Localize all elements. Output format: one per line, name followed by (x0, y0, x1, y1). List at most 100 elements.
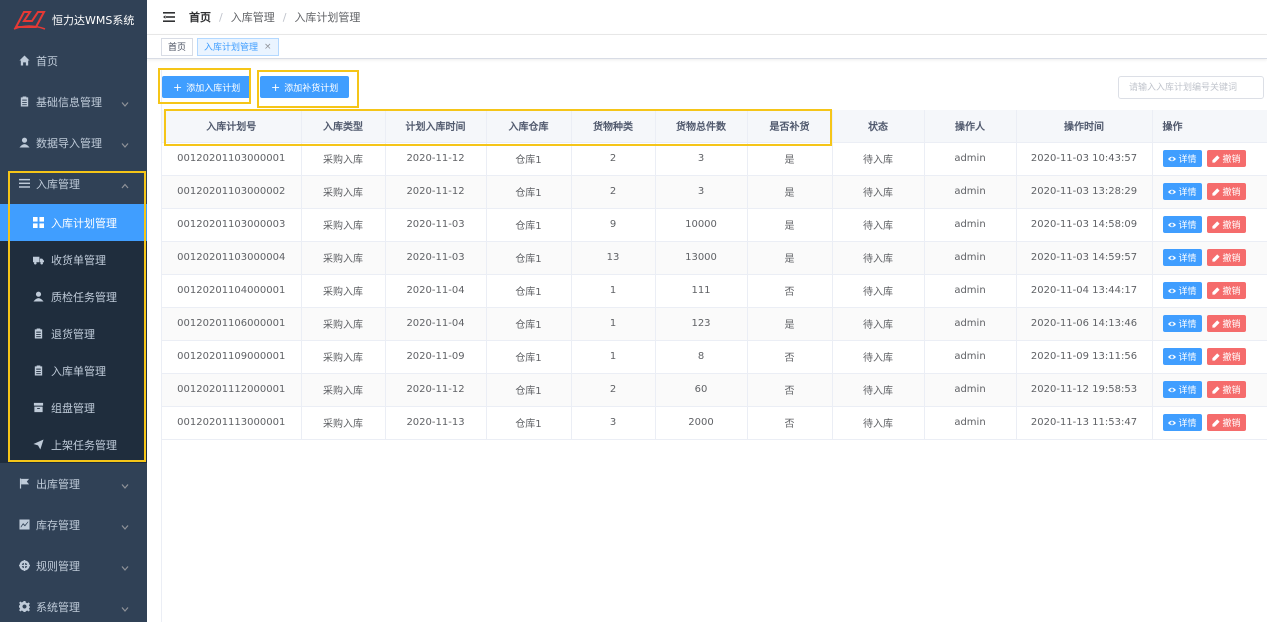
cancel-button[interactable]: 撤销 (1206, 348, 1246, 365)
sidebar-item-qc-task[interactable]: 质检任务管理 (0, 278, 147, 315)
table-cell: 00120201106000001 (162, 307, 302, 341)
menu-item-system[interactable]: 系统管理 (0, 586, 147, 622)
breadcrumb-separator: / (219, 10, 223, 24)
column-header: 操作时间 (1016, 110, 1153, 143)
menu-item-inventory[interactable]: 库存管理 (0, 504, 147, 545)
menu-item-home[interactable]: 首页 (0, 40, 147, 81)
cancel-button[interactable]: 撤销 (1206, 282, 1246, 299)
main-content: + 添加入库计划 + 添加补货计划 入库计划号入库类型计划入库时间入库仓库货物种… (158, 68, 1267, 622)
menu-item-basic-info[interactable]: 基础信息管理 (0, 81, 147, 122)
table-cell: admin (924, 241, 1017, 275)
table-cell: 待入库 (832, 340, 925, 374)
table-row: 00120201112000001 采购入库 2020-11-12 仓库1 2 60 否待入… (162, 373, 1267, 407)
clipboard-icon (18, 96, 30, 108)
table-cell: 仓库1 (486, 208, 572, 242)
table-cell: 2020-11-12 (385, 175, 487, 209)
table-cell: 2020-11-12 19:58:53 (1016, 373, 1153, 407)
column-header: 入库仓库 (486, 110, 572, 143)
table-row: 00120201104000001 采购入库 2020-11-04 仓库1 1 111 否待… (162, 274, 1267, 308)
add-inbound-plan-button[interactable]: + 添加入库计划 (162, 76, 252, 98)
cancel-button[interactable]: 撤销 (1206, 183, 1246, 200)
table-cell: 是 (747, 208, 833, 242)
table-cell: 1 (571, 274, 656, 308)
table-cell: 8 (655, 340, 748, 374)
tag-label: 入库计划管理 (204, 43, 259, 53)
menu-group-inbound[interactable]: 入库管理 (0, 163, 147, 204)
sidebar-item-inbound-order[interactable]: 入库单管理 (0, 352, 147, 389)
cancel-label: 撤销 (1222, 419, 1241, 429)
detail-button[interactable]: 详情 (1162, 315, 1202, 332)
cancel-button[interactable]: 撤销 (1206, 414, 1246, 431)
detail-button[interactable]: 详情 (1162, 348, 1202, 365)
table-row: 00120201103000004 采购入库 2020-11-03 仓库1 13 1300… (162, 241, 1267, 275)
table-cell: 13 (571, 241, 656, 275)
sidebar-item-putaway[interactable]: 上架任务管理 (0, 426, 147, 463)
table-cell: 采购入库 (301, 175, 386, 209)
edit-icon (1211, 352, 1223, 361)
table-cell: 采购入库 (301, 274, 386, 308)
breadcrumb-home[interactable]: 首页 (189, 9, 211, 25)
table-cell: 2020-11-03 (385, 241, 487, 275)
cancel-button[interactable]: 撤销 (1206, 381, 1246, 398)
menu-item-label: 库存管理 (36, 518, 80, 532)
table-cell: 采购入库 (301, 373, 386, 407)
detail-button[interactable]: 详情 (1162, 150, 1202, 167)
cancel-button[interactable]: 撤销 (1206, 216, 1246, 233)
table-header-row: 入库计划号 入库类型 计划入库时间 入库仓库 货物种类 货物总件数 是否补货 状态 操作人 操作时… (162, 110, 1267, 143)
menu-item-label: 数据导入管理 (36, 136, 102, 150)
edit-icon (1211, 220, 1223, 229)
user-icon (18, 137, 30, 149)
search-input[interactable] (1118, 76, 1264, 99)
cancel-button[interactable]: 撤销 (1206, 150, 1246, 167)
table-cell: 2020-11-09 (385, 340, 487, 374)
table-cell: 2020-11-03 13:28:29 (1016, 175, 1153, 209)
detail-button[interactable]: 详情 (1162, 414, 1202, 431)
table-cell: admin (924, 208, 1017, 242)
column-header: 操作 (1152, 110, 1267, 143)
table-cell: 00120201103000002 (162, 175, 302, 209)
table-cell: 仓库1 (486, 406, 572, 440)
cancel-button[interactable]: 撤销 (1206, 315, 1246, 332)
table-cell: 待入库 (832, 142, 925, 176)
menu-item-data-import[interactable]: 数据导入管理 (0, 122, 147, 163)
table-cell: 2020-11-12 (385, 373, 487, 407)
detail-button[interactable]: 详情 (1162, 249, 1202, 266)
sidebar-item-returns[interactable]: 退货管理 (0, 315, 147, 352)
sidebar-item-inbound-plan[interactable]: 入库计划管理 (0, 204, 147, 241)
detail-button[interactable]: 详情 (1162, 183, 1202, 200)
plus-icon: + (173, 80, 183, 94)
cancel-label: 撤销 (1222, 155, 1241, 165)
detail-button[interactable]: 详情 (1162, 282, 1202, 299)
detail-label: 详情 (1178, 386, 1197, 396)
user-icon (32, 291, 44, 303)
eye-icon (1167, 353, 1179, 361)
eye-icon (1167, 155, 1179, 163)
sidebar-item-palletizing[interactable]: 组盘管理 (0, 389, 147, 426)
table-cell: 2020-11-12 (385, 142, 487, 176)
menu-item-rules[interactable]: 规则管理 (0, 545, 147, 586)
grid-icon (32, 217, 44, 229)
table-cell: 待入库 (832, 175, 925, 209)
table-row: 00120201109000001 采购入库 2020-11-09 仓库1 1 8 否待入库… (162, 340, 1267, 374)
hamburger-icon[interactable] (163, 12, 175, 22)
tag-inbound-plan[interactable]: 入库计划管理 × (197, 37, 279, 56)
detail-button[interactable]: 详情 (1162, 381, 1202, 398)
table-cell: 否 (747, 340, 833, 374)
cancel-button[interactable]: 撤销 (1206, 249, 1246, 266)
menu-item-outbound[interactable]: 出库管理 (0, 463, 147, 504)
detail-button[interactable]: 详情 (1162, 216, 1202, 233)
column-header: 入库计划号 (162, 110, 302, 143)
table-cell: 2 (571, 373, 656, 407)
table-cell: 2020-11-03 10:43:57 (1016, 142, 1153, 176)
column-header: 状态 (832, 110, 925, 143)
tag-home[interactable]: 首页 (161, 37, 194, 56)
sidebar-item-receipt[interactable]: 收货单管理 (0, 241, 147, 278)
chevron-down-icon (121, 98, 129, 107)
table-cell: 采购入库 (301, 142, 386, 176)
chevron-down-icon (121, 603, 129, 612)
add-replenish-plan-button[interactable]: + 添加补货计划 (260, 76, 350, 98)
breadcrumb-current: 入库计划管理 (294, 11, 361, 24)
close-icon[interactable]: × (264, 42, 272, 52)
table-cell: 否 (747, 373, 833, 407)
table-cell-actions: 详情 撤销 (1152, 241, 1267, 275)
